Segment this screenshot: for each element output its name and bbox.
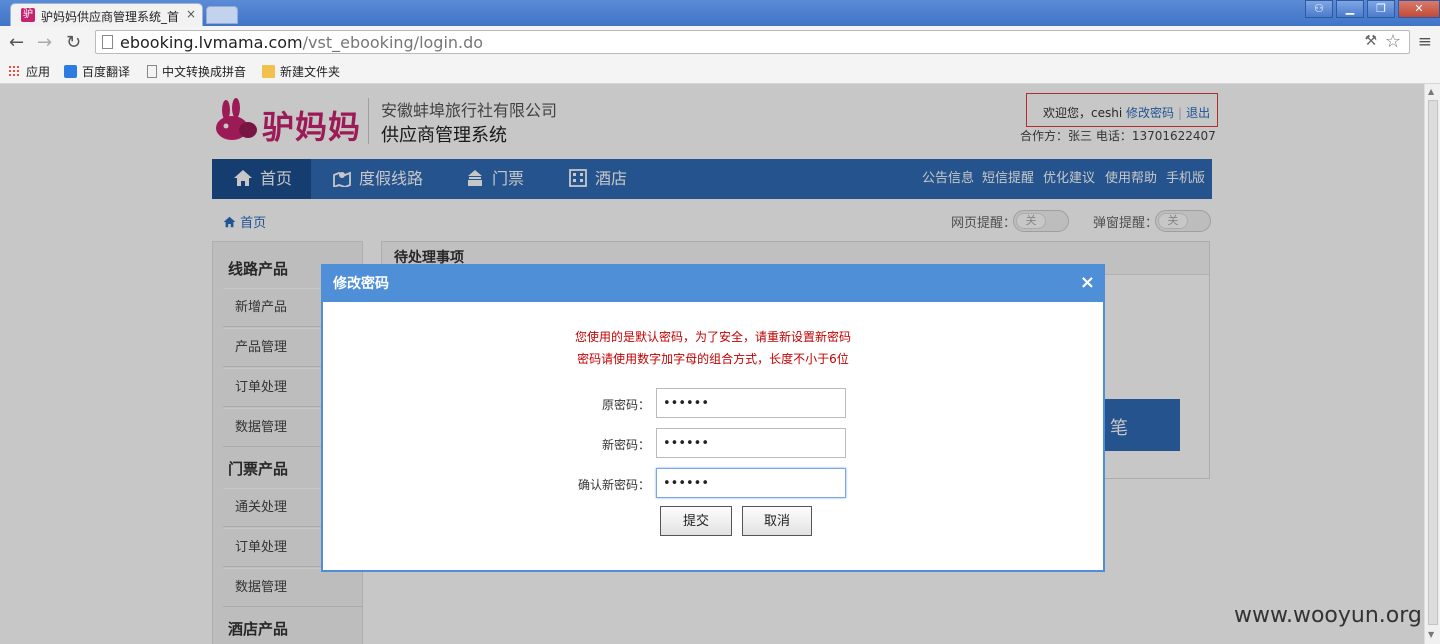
user-icon[interactable]: ⚇ bbox=[1305, 0, 1333, 18]
dialog-close-icon[interactable]: × bbox=[1080, 272, 1095, 293]
toolbar: ← → ↻ ebooking.lvmama.com/vst_ebooking/l… bbox=[0, 26, 1440, 60]
translate-icon bbox=[64, 65, 77, 78]
bookmark-label: 百度翻译 bbox=[82, 65, 131, 79]
bookmark-apps[interactable]: 应用 bbox=[8, 63, 50, 80]
bookmark-label: 新建文件夹 bbox=[280, 65, 341, 79]
old-password-input[interactable] bbox=[656, 388, 846, 418]
cancel-button[interactable]: 取消 bbox=[742, 506, 812, 536]
warning-line-2: 密码请使用数字加字母的组合方式，长度不小于6位 bbox=[577, 352, 849, 366]
scroll-down-icon[interactable]: ▼ bbox=[1428, 630, 1434, 639]
apps-icon bbox=[8, 65, 21, 78]
confirm-password-label: 确认新密码： bbox=[577, 478, 650, 492]
plugin-icon[interactable]: ⚒ bbox=[1364, 33, 1377, 49]
bookmark-new-folder[interactable]: 新建文件夹 bbox=[262, 63, 340, 80]
maximize-icon[interactable]: ❐ bbox=[1367, 0, 1395, 18]
warning-line-1: 您使用的是默认密码，为了安全，请重新设置新密码 bbox=[574, 330, 851, 344]
page-scrollbar[interactable]: ▲ ▼ bbox=[1424, 84, 1440, 644]
new-password-label: 新密码： bbox=[601, 438, 650, 452]
bookmark-pinyin[interactable]: 中文转换成拼音 bbox=[147, 63, 246, 80]
confirm-password-input[interactable] bbox=[656, 468, 846, 498]
url-text: ebooking.lvmama.com/vst_ebooking/login.d… bbox=[120, 33, 483, 52]
scroll-thumb[interactable] bbox=[1428, 100, 1438, 625]
page-icon bbox=[102, 35, 113, 49]
new-password-input[interactable] bbox=[656, 428, 846, 458]
browser-titlebar: 驴 驴妈妈供应商管理系统_首 × ⚇ ▁ ❐ ✕ bbox=[0, 0, 1440, 26]
tab-close-icon[interactable]: × bbox=[186, 7, 196, 21]
new-tab-button[interactable] bbox=[206, 6, 238, 24]
bookmark-label: 中文转换成拼音 bbox=[162, 65, 247, 79]
window-controls: ⚇ ▁ ❐ ✕ bbox=[1302, 0, 1440, 20]
forward-icon[interactable]: → bbox=[37, 32, 52, 53]
browser-tab[interactable]: 驴 驴妈妈供应商管理系统_首 × bbox=[10, 3, 203, 26]
favicon-icon: 驴 bbox=[21, 8, 35, 22]
scroll-up-icon[interactable]: ▲ bbox=[1428, 87, 1434, 96]
folder-icon bbox=[262, 65, 275, 78]
reload-icon[interactable]: ↻ bbox=[66, 32, 81, 53]
window-close-icon[interactable]: ✕ bbox=[1398, 0, 1440, 18]
minimize-icon[interactable]: ▁ bbox=[1336, 0, 1364, 18]
address-bar[interactable]: ebooking.lvmama.com/vst_ebooking/login.d… bbox=[95, 30, 1410, 54]
menu-icon[interactable]: ≡ bbox=[1418, 32, 1432, 52]
bookmark-star-icon[interactable]: ☆ bbox=[1385, 31, 1401, 52]
dialog-title: 修改密码 bbox=[323, 266, 1103, 302]
bookmark-baidu-translate[interactable]: 百度翻译 bbox=[64, 63, 130, 80]
watermark-text: www.wooyun.org bbox=[1234, 603, 1422, 628]
url-host: ebooking.lvmama.com bbox=[120, 33, 303, 52]
submit-button[interactable]: 提交 bbox=[660, 506, 732, 536]
page-icon bbox=[147, 65, 157, 78]
url-path: /vst_ebooking/login.do bbox=[302, 33, 484, 52]
bookmark-label: 应用 bbox=[26, 65, 51, 79]
bookmarks-bar: 应用 百度翻译 中文转换成拼音 新建文件夹 bbox=[0, 59, 1440, 84]
old-password-label: 原密码： bbox=[601, 398, 650, 412]
change-password-dialog: 修改密码 × 您使用的是默认密码，为了安全，请重新设置新密码 密码请使用数字加字… bbox=[321, 264, 1105, 572]
back-icon[interactable]: ← bbox=[9, 32, 24, 53]
tab-title: 驴妈妈供应商管理系统_首 bbox=[41, 10, 180, 24]
page-viewport: 驴妈妈 安徽蚌埠旅行社有限公司 供应商管理系统 欢迎您，ceshi 修改密码 | 退… bbox=[0, 84, 1424, 644]
